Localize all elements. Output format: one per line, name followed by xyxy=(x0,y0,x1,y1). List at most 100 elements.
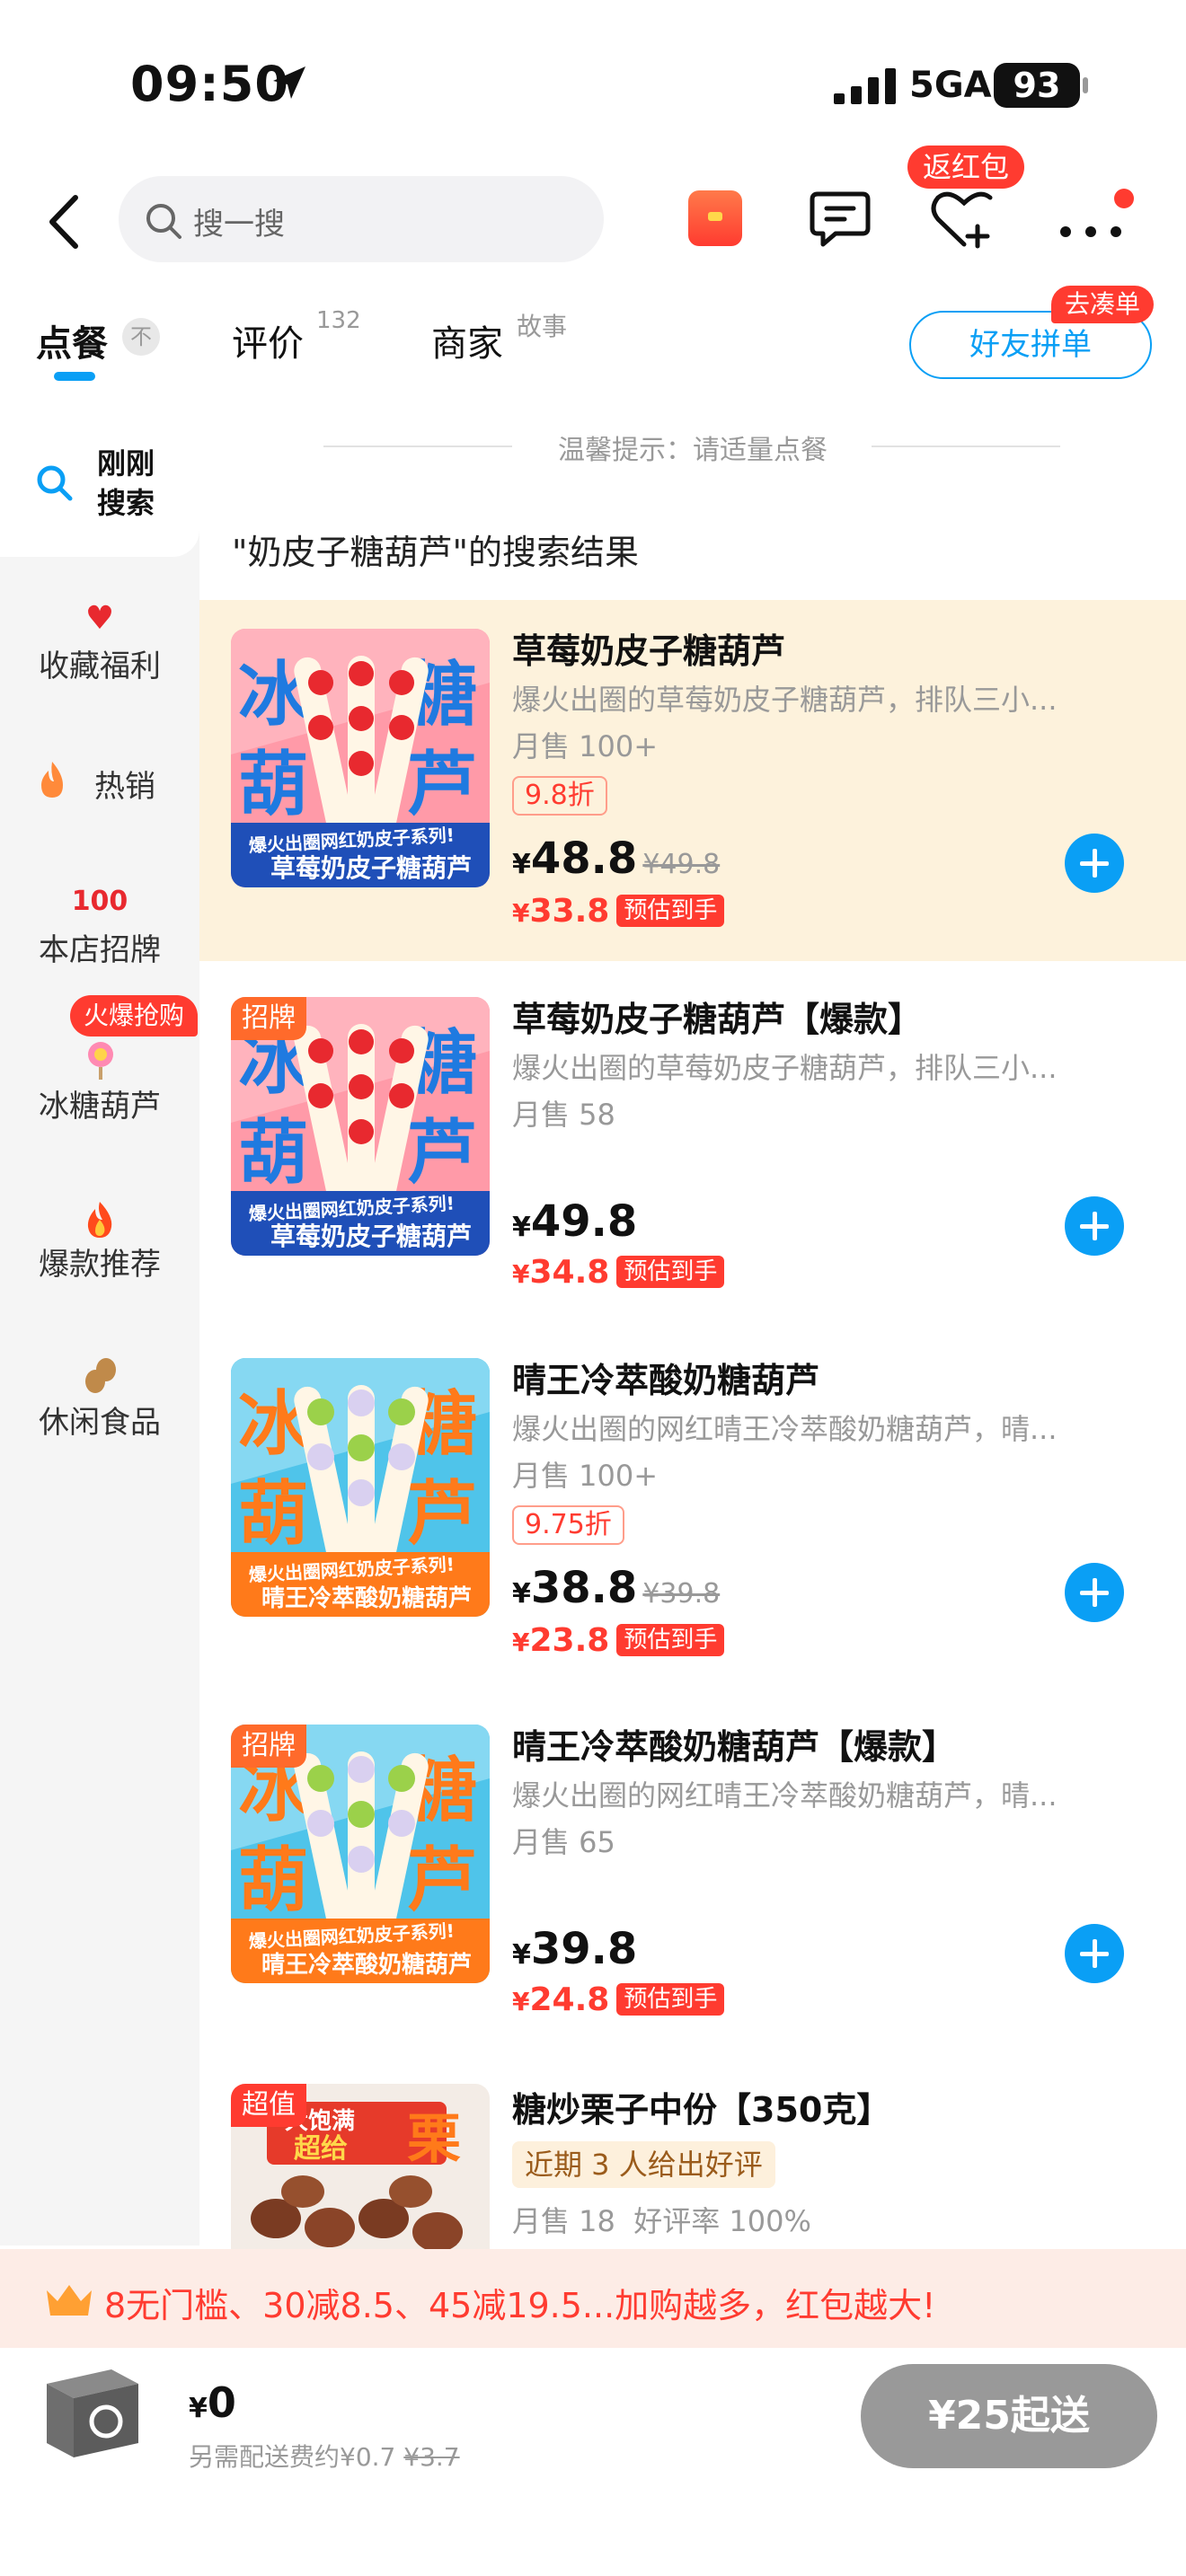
red-packet-badge: 返红包 xyxy=(907,146,1024,189)
big-char: 葫 xyxy=(238,1113,308,1194)
sidebar-item-snacks[interactable]: 休闲食品 xyxy=(0,1398,199,1442)
status-bar: 09:50 5GA 93 xyxy=(0,0,1186,162)
product-sales: 月售 65 xyxy=(512,1825,615,1859)
tab-order[interactable]: 点餐 xyxy=(36,314,108,366)
cart-total: ¥0 xyxy=(189,2378,236,2427)
peanut-icon xyxy=(85,1358,116,1393)
value-tag: 超值 xyxy=(231,2084,306,2127)
product-desc: 爆火出圈的草莓奶皮子糖葫芦，排队三小... xyxy=(512,683,1058,717)
product-desc: 爆火出圈的网红晴王冷萃酸奶糖葫芦，晴... xyxy=(512,1412,1058,1446)
lollipop-icon xyxy=(88,1042,113,1080)
network-label: 5GA xyxy=(909,65,992,106)
notification-dot xyxy=(1114,189,1134,208)
signal-icon xyxy=(834,68,896,104)
final-price: ¥34.8 预估到手 xyxy=(512,1254,725,1291)
sidebar-item-best-sellers[interactable]: 爆款推荐 xyxy=(0,1239,199,1284)
product-image[interactable]: 招牌 冰 糖 葫 芦 爆火出圈网红奶皮子系列! 晴王冷萃酸奶糖葫芦 xyxy=(231,1725,490,1983)
product-image[interactable]: 超值 大饱满 超给 栗 xyxy=(231,2084,490,2249)
search-results-title: "奶皮子糖葫芦"的搜索结果 xyxy=(232,533,639,572)
warm-tip: 温馨提示：请适量点餐 xyxy=(558,435,828,466)
cart-box-icon[interactable] xyxy=(34,2357,151,2463)
hundred-icon: 100 xyxy=(71,886,128,917)
final-price: ¥24.8 预估到手 xyxy=(512,1981,725,2018)
add-to-cart-button[interactable] xyxy=(1065,834,1124,893)
promo-text: 8无门槛、30减8.5、45减19.5...加购越多，红包越大! xyxy=(104,2286,936,2325)
estimate-badge: 预估到手 xyxy=(616,895,725,927)
product-desc: 爆火出圈的网红晴王冷萃酸奶糖葫芦，晴... xyxy=(512,1778,1058,1813)
product-sales: 月售 100+ xyxy=(512,1459,659,1493)
go-add-badge: 去凑单 xyxy=(1051,286,1154,323)
product-title[interactable]: 草莓奶皮子糖葫芦 xyxy=(512,623,785,673)
image-product-name: 晴王冷萃酸奶糖葫芦 xyxy=(261,1951,472,1979)
location-arrow-icon xyxy=(273,66,305,99)
search-placeholder[interactable]: 搜一搜 xyxy=(193,199,285,243)
product-title[interactable]: 晴王冷萃酸奶糖葫芦【爆款】 xyxy=(512,1719,956,1769)
battery-tip xyxy=(1083,77,1088,93)
product-title[interactable]: 草莓奶皮子糖葫芦【爆款】 xyxy=(512,992,922,1041)
pin-badge: 不 xyxy=(122,318,160,356)
review-highlight: 近期 3 人给出好评 xyxy=(512,2141,775,2188)
big-char: 葫 xyxy=(238,1474,308,1555)
heart-icon: ♥ xyxy=(84,600,115,637)
red-packet-icon[interactable] xyxy=(688,190,742,246)
product-price: ¥48.8 ¥49.8 xyxy=(512,834,721,884)
image-product-name: 草莓奶皮子糖葫芦 xyxy=(270,853,472,883)
battery-indicator: 93 xyxy=(994,63,1080,108)
product-desc: 爆火出圈的草莓奶皮子糖葫芦，排队三小... xyxy=(512,1051,1058,1085)
product-image[interactable]: 冰 糖 葫 芦 爆火出圈网红奶皮子系列! 草莓奶皮子糖葫芦 xyxy=(231,629,490,887)
product-title[interactable]: 糖炒栗子中份【350克】 xyxy=(512,2082,890,2131)
sidebar-item-candied-haws[interactable]: 冰糖葫芦 xyxy=(0,1081,199,1125)
add-to-cart-button[interactable] xyxy=(1065,1196,1124,1256)
crown-icon xyxy=(47,2285,92,2316)
min-order-button[interactable]: ¥25起送 xyxy=(861,2364,1157,2468)
delivery-fee: 另需配送费约¥0.7 ¥3.7 xyxy=(189,2442,460,2472)
add-to-cart-button[interactable] xyxy=(1065,1563,1124,1622)
estimate-badge: 预估到手 xyxy=(616,1256,725,1288)
add-to-cart-button[interactable] xyxy=(1065,1924,1124,1983)
signature-tag: 招牌 xyxy=(231,1725,306,1768)
active-tab-indicator xyxy=(54,372,95,381)
search-icon xyxy=(37,465,73,501)
store-story-label: 故事 xyxy=(517,312,568,341)
big-char: 芦 xyxy=(407,1840,477,1921)
favorite-add-icon[interactable] xyxy=(931,187,997,250)
more-icon[interactable] xyxy=(1057,203,1125,253)
final-price: ¥23.8 预估到手 xyxy=(512,1622,725,1659)
product-sales: 月售 58 xyxy=(512,1098,615,1132)
status-time: 09:50 xyxy=(130,56,289,112)
big-char: 芦 xyxy=(407,1113,477,1194)
final-price: ¥33.8 预估到手 xyxy=(512,893,725,930)
sidebar-item-favorites[interactable]: 收藏福利 xyxy=(0,641,199,685)
product-image[interactable]: 招牌 冰 糖 葫 芦 爆火出圈网红奶皮子系列! 草莓奶皮子糖葫芦 xyxy=(231,997,490,1256)
hot-sale-badge: 火爆抢购 xyxy=(70,995,198,1037)
back-arrow-icon[interactable] xyxy=(41,190,86,253)
big-char: 葫 xyxy=(238,745,308,825)
original-price: ¥39.8 xyxy=(642,1578,721,1610)
signature-tag: 招牌 xyxy=(231,997,306,1040)
search-icon xyxy=(146,204,181,239)
review-count: 132 xyxy=(316,307,361,334)
original-price: ¥49.8 xyxy=(642,849,721,880)
sidebar-item-signature[interactable]: 本店招牌 xyxy=(0,925,199,969)
flame-icon xyxy=(41,762,63,798)
product-price: ¥38.8 ¥39.8 xyxy=(512,1563,721,1613)
search-bar[interactable] xyxy=(119,176,604,262)
tab-review[interactable]: 评价 xyxy=(232,314,304,366)
big-char: 芦 xyxy=(407,1474,477,1555)
discount-badge: 9.75折 xyxy=(512,1505,624,1545)
product-sales: 月售 100+ xyxy=(512,729,659,763)
product-image[interactable]: 冰 糖 葫 芦 爆火出圈网红奶皮子系列! 晴王冷萃酸奶糖葫芦 xyxy=(231,1358,490,1617)
message-icon[interactable] xyxy=(809,189,872,248)
estimate-badge: 预估到手 xyxy=(616,1983,725,2016)
estimate-badge: 预估到手 xyxy=(616,1624,725,1656)
delivery-original-fee: ¥3.7 xyxy=(403,2442,460,2472)
big-char: 葫 xyxy=(238,1840,308,1921)
fire-icon xyxy=(87,1202,112,1238)
product-price: ¥39.8 xyxy=(512,1924,638,1974)
chestnut-big: 栗 xyxy=(407,2108,461,2171)
image-product-name: 晴王冷萃酸奶糖葫芦 xyxy=(261,1584,472,1612)
product-title[interactable]: 晴王冷萃酸奶糖葫芦 xyxy=(512,1353,819,1402)
tab-store[interactable]: 商家 xyxy=(431,314,503,366)
sidebar-item-hot[interactable]: 热销 xyxy=(94,762,155,806)
image-product-name: 草莓奶皮子糖葫芦 xyxy=(270,1222,472,1251)
